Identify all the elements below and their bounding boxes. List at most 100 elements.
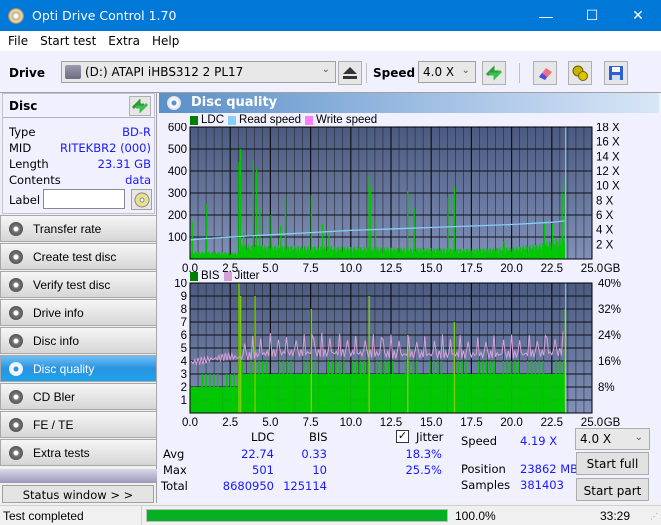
ldc-bar: [532, 244, 534, 259]
ldc-bar: [528, 246, 530, 259]
bis-bar: [478, 361, 480, 413]
status-bar: Test completed 100.0% 33:29 ⋰: [0, 505, 661, 525]
status-window-button[interactable]: Status window > >: [2, 485, 154, 503]
left-panel: Disc Type BD-R MID RITEKBR2 (000) Length…: [0, 93, 157, 503]
eject-button[interactable]: [338, 61, 362, 85]
bis-bar: [546, 374, 548, 413]
nav-disc-info[interactable]: Disc info: [0, 327, 157, 354]
nav-label: Extra tests: [33, 445, 90, 460]
speed-select[interactable]: 4.0 X ⌄: [418, 61, 476, 83]
disc-refresh-button[interactable]: [129, 96, 151, 116]
ldc-bar: [282, 251, 284, 259]
bis-bar: [497, 374, 499, 413]
ldc-bar: [541, 249, 543, 259]
bis-bar: [226, 374, 228, 413]
ldc-bar: [363, 246, 365, 259]
close-button[interactable]: ✕: [615, 0, 661, 31]
ldc-chart: 100 200 300 400 500 600 2 X 4 X 6 X 8 X 10 X 12 X 14…: [168, 123, 621, 275]
bis-bar: [457, 361, 459, 413]
ldc-bar: [505, 248, 507, 259]
ldc-bar: [546, 246, 549, 259]
bis-bar: [456, 374, 458, 413]
bis-bar: [438, 374, 440, 413]
max-bis: 10: [312, 463, 327, 477]
ldc-bar: [442, 248, 444, 259]
jitter-checkbox[interactable]: ✓: [396, 430, 409, 443]
ldc-bar: [519, 247, 522, 259]
refresh-button[interactable]: [482, 61, 506, 85]
bis-bar: [323, 374, 326, 413]
ldc-bar: [457, 249, 459, 259]
bis-bar: [379, 374, 381, 413]
ldc-bar: [361, 250, 363, 259]
resize-grip-icon[interactable]: ⋰: [650, 512, 658, 521]
minimize-button[interactable]: —: [523, 0, 569, 31]
bis-bar: [528, 374, 530, 413]
ldc-bar: [250, 245, 252, 259]
label-disc-button[interactable]: [131, 189, 152, 210]
bis-bar: [256, 374, 259, 413]
menu-file[interactable]: File: [2, 34, 34, 48]
label-input[interactable]: [43, 189, 125, 209]
nav-transfer-rate[interactable]: Transfer rate: [0, 215, 157, 242]
nav-disc-quality[interactable]: Disc quality: [0, 355, 157, 382]
bis-bar: [454, 374, 457, 413]
bis-bar: [199, 387, 201, 413]
ldc-bar: [297, 246, 299, 259]
ldc-bar: [288, 247, 290, 259]
bis-bar: [427, 374, 430, 413]
ldc-bar: [450, 249, 452, 259]
save-button[interactable]: [604, 61, 628, 85]
start-part-button[interactable]: Start part: [576, 478, 649, 501]
nav-cd-bler[interactable]: CD Bler: [0, 383, 157, 410]
ldc-bar: [333, 246, 335, 259]
nav-verify-test-disc[interactable]: Verify test disc: [0, 271, 157, 298]
bis-bar: [247, 374, 250, 413]
y2-tick-label: 2 X: [596, 239, 614, 251]
menu-start-test[interactable]: Start test: [34, 34, 102, 48]
ldc-bar: [362, 249, 364, 259]
bis-bar: [312, 374, 314, 413]
drive-select[interactable]: (D:) ATAPI iHBS312 2 PL17 ⌄: [61, 61, 336, 83]
y-tick-label: 200: [168, 210, 187, 222]
test-speed-select[interactable]: 4.0 X ⌄: [575, 428, 650, 450]
ldc-bar: [414, 251, 416, 259]
nav-fe-te[interactable]: FE / TE: [0, 411, 157, 438]
menu-extra[interactable]: Extra: [102, 34, 146, 48]
bis-bar: [364, 374, 367, 413]
bis-bar: [498, 374, 501, 413]
maximize-button[interactable]: ☐: [569, 0, 615, 31]
ldc-bar: [444, 252, 446, 259]
ldc-bar: [451, 253, 453, 259]
settings-button[interactable]: [568, 61, 592, 85]
ldc-bar: [212, 252, 214, 259]
nav-create-test-disc[interactable]: Create test disc: [0, 243, 157, 270]
nav-drive-info[interactable]: Drive info: [0, 299, 157, 326]
bis-bar: [403, 374, 405, 413]
ldc-bar: [533, 246, 535, 259]
bis-bar: [442, 374, 444, 413]
menu-help[interactable]: Help: [146, 34, 185, 48]
ldc-bar: [438, 250, 441, 259]
nav-extra-tests[interactable]: Extra tests: [0, 439, 157, 466]
ldc-spike: [368, 175, 370, 259]
ldc-bar: [493, 250, 496, 259]
bis-bar: [205, 374, 207, 413]
bis-bar: [249, 374, 251, 413]
bis-bar: [220, 387, 223, 413]
ldc-bar: [299, 250, 301, 259]
ldc-bar: [302, 250, 304, 259]
nav-label: Create test disc: [33, 249, 117, 264]
erase-button[interactable]: [533, 61, 557, 85]
bis-bar: [304, 374, 306, 413]
ldc-bar: [211, 251, 213, 259]
bis-bar: [445, 374, 448, 413]
ldc-bar: [215, 251, 217, 259]
status-text: Test completed: [3, 509, 84, 523]
bis-bar: [536, 374, 538, 413]
bis-bar: [557, 374, 560, 413]
bis-bar: [331, 361, 333, 413]
ldc-bar: [563, 240, 565, 259]
bis-bar: [512, 374, 515, 413]
start-full-button[interactable]: Start full: [576, 452, 649, 475]
